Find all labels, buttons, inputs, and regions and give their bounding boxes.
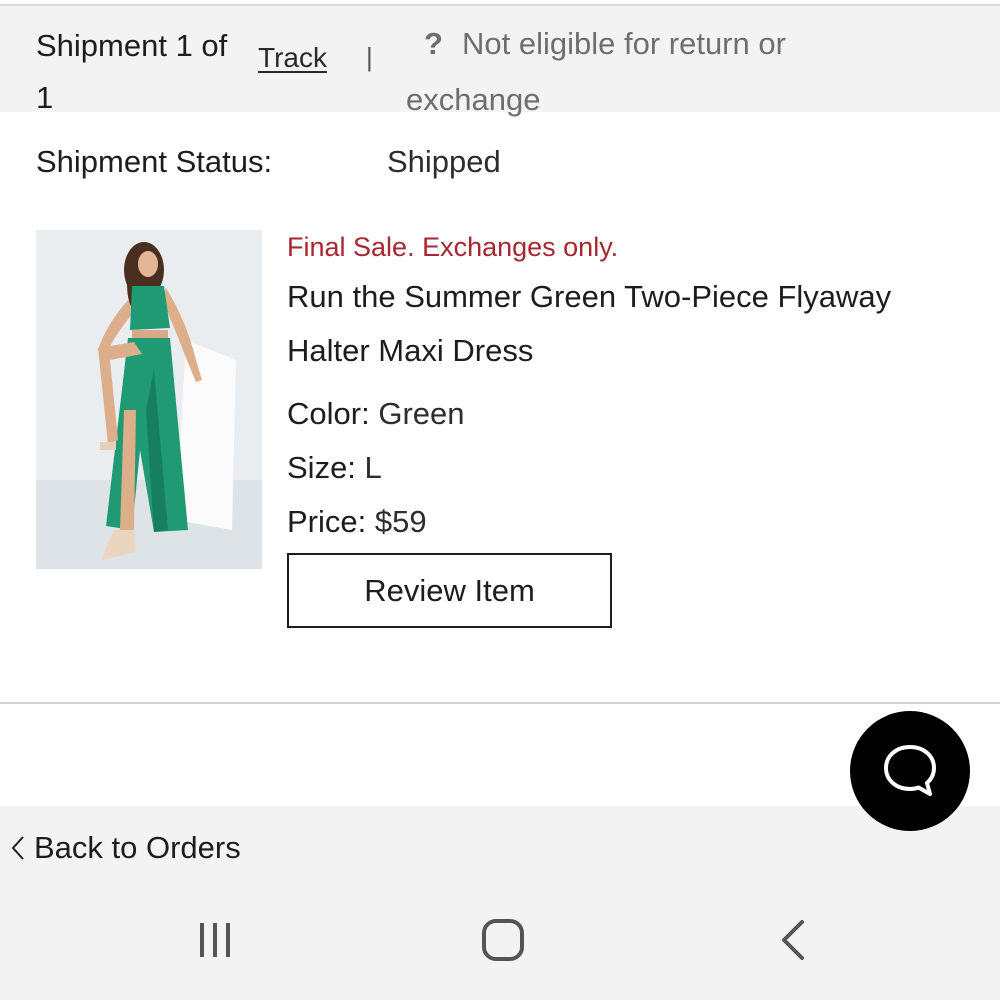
recent-apps-button[interactable] <box>180 910 250 970</box>
orders-footer: Back to Orders <box>0 806 1000 880</box>
final-sale-notice: Final Sale. Exchanges only. <box>287 232 619 262</box>
header-divider: | <box>366 42 373 72</box>
product-price: Price: $59 <box>287 495 987 549</box>
shipment-count-line1: Shipment 1 of <box>36 28 228 63</box>
back-to-orders-label: Back to Orders <box>34 830 241 865</box>
track-link[interactable]: Track <box>258 42 327 74</box>
chat-bubble-icon <box>884 745 936 796</box>
return-note-line2: exchange <box>406 82 541 117</box>
chevron-left-icon <box>11 836 24 860</box>
home-icon <box>482 919 524 961</box>
home-button[interactable] <box>468 910 538 970</box>
shipment-status-label: Shipment Status: <box>36 144 273 179</box>
product-color: Color: Green <box>287 387 987 441</box>
system-back-button[interactable] <box>758 910 828 970</box>
return-note-line1: Not eligible for return or <box>462 26 786 61</box>
chat-button[interactable] <box>850 711 970 831</box>
product-photo-green-dress <box>36 230 262 569</box>
price-value: $59 <box>374 504 427 539</box>
shipment-status-row: Shipment Status: Shipped <box>36 140 936 190</box>
back-arrow-icon <box>782 920 804 960</box>
shipment-count-line2: 1 <box>36 80 54 115</box>
product-image[interactable] <box>36 230 262 569</box>
section-divider <box>0 702 1000 704</box>
price-label: Price: <box>287 504 367 539</box>
size-label: Size: <box>287 450 356 485</box>
shipment-header: Shipment 1 of 1 Track | ? Not eligible fo… <box>0 6 1000 117</box>
review-item-button[interactable]: Review Item <box>287 553 612 628</box>
color-label: Color: <box>287 396 370 431</box>
color-value: Green <box>378 396 465 431</box>
return-eligibility-note: ? Not eligible for return or exchange <box>406 16 886 128</box>
product-size: Size: L <box>287 441 987 495</box>
shipment-count: Shipment 1 of 1 <box>36 20 266 124</box>
question-icon[interactable]: ? <box>406 16 462 72</box>
system-navigation-bar <box>0 880 1000 1000</box>
shipment-status-value: Shipped <box>387 144 501 179</box>
product-name[interactable]: Run the Summer Green Two-Piece Flyaway H… <box>287 270 977 378</box>
recent-apps-icon <box>200 923 230 957</box>
product-details: Final Sale. Exchanges only. Run the Summ… <box>287 228 987 549</box>
size-value: L <box>364 450 382 485</box>
back-to-orders-link[interactable]: Back to Orders <box>10 830 241 866</box>
